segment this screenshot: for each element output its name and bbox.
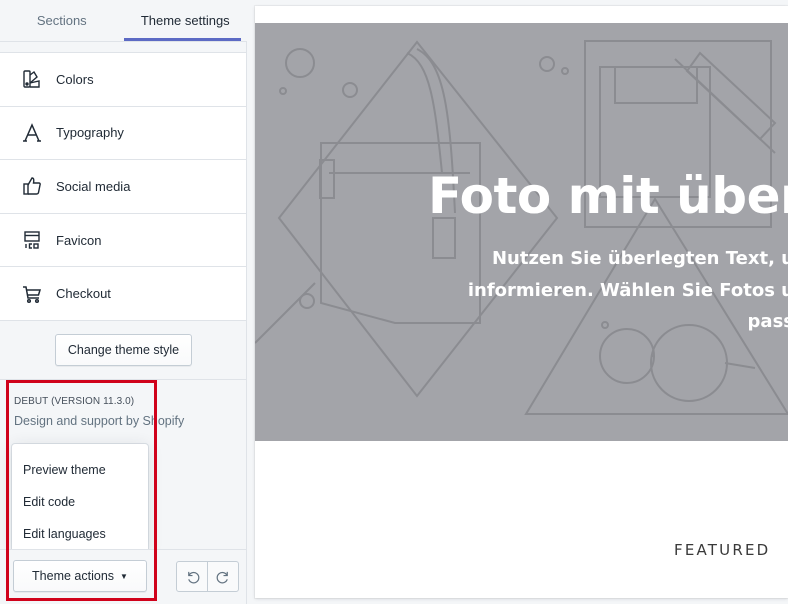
edit-languages-menu-item[interactable]: Edit languages [12, 518, 148, 550]
theme-support-text: Design and support by Shopify [14, 414, 185, 428]
menu-item-label: Favicon [56, 232, 102, 248]
undo-button[interactable] [177, 562, 207, 591]
sidebar-tabs: Sections Theme settings [0, 0, 247, 42]
hero-subheading-line: Nutzen Sie überlegten Text, u [491, 248, 788, 269]
menu-item-favicon[interactable]: Favicon [0, 214, 246, 268]
sidebar-footer: Theme actions ▼ [0, 549, 246, 604]
tab-sections[interactable]: Sections [0, 0, 124, 41]
menu-item-label: Colors [56, 71, 94, 87]
storefront-preview: Foto mit überl Nutzen Sie überlegten Tex… [255, 6, 788, 598]
theme-actions-button[interactable]: Theme actions ▼ [13, 560, 147, 592]
change-theme-style-section: Change theme style [0, 322, 246, 380]
menu-item-social-media[interactable]: Social media [0, 160, 246, 214]
theme-settings-menu: Colors Typography Social media Favicon C… [0, 52, 246, 321]
undo-icon [187, 571, 199, 584]
hero-subheading-line: pass [747, 311, 788, 332]
menu-item-label: Typography [56, 125, 124, 141]
featured-section-heading: FEATURED [674, 541, 771, 559]
theme-version-label: DEBUT (VERSION 11.3.0) [14, 396, 135, 407]
redo-button[interactable] [207, 562, 238, 591]
redo-icon [216, 571, 228, 584]
hero-heading: Foto mit überl [428, 167, 788, 225]
placeholder-illustration [255, 40, 788, 415]
menu-item-typography[interactable]: Typography [0, 107, 246, 161]
thumbs-up-icon [21, 175, 43, 197]
change-theme-style-button[interactable]: Change theme style [55, 334, 192, 366]
menu-item-checkout[interactable]: Checkout [0, 267, 246, 321]
menu-item-label: Checkout [56, 286, 111, 302]
hero-image-banner: Foto mit überl Nutzen Sie überlegten Tex… [255, 23, 788, 441]
hero-subheading-line: informieren. Wählen Sie Fotos u [467, 279, 788, 301]
tab-theme-settings[interactable]: Theme settings [123, 0, 248, 41]
colors-icon [21, 68, 43, 90]
theme-actions-label: Theme actions [32, 569, 115, 583]
menu-item-label: Social media [56, 178, 131, 194]
edit-code-menu-item[interactable]: Edit code [12, 486, 148, 518]
cart-icon [21, 283, 43, 305]
hero-subheading: Nutzen Sie überlegten Text, u informiere… [274, 243, 788, 338]
caret-down-icon: ▼ [120, 572, 128, 582]
menu-item-colors[interactable]: Colors [0, 53, 246, 107]
theme-actions-popover: Preview theme Edit code Edit languages [12, 444, 148, 552]
typography-icon [21, 122, 43, 144]
theme-editor-sidebar: Sections Theme settings Colors Typograph… [0, 0, 247, 604]
favicon-icon [21, 229, 43, 251]
preview-theme-menu-item[interactable]: Preview theme [12, 454, 148, 486]
undo-redo-group [176, 561, 239, 592]
